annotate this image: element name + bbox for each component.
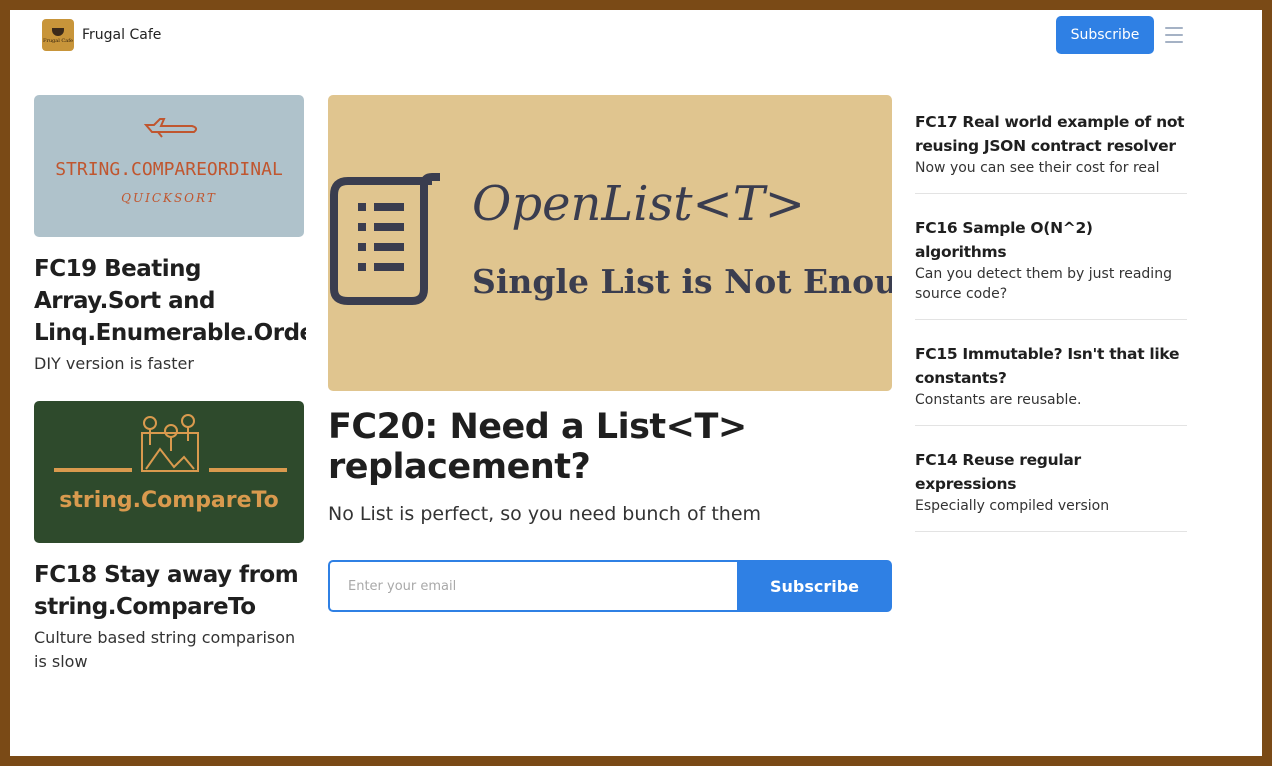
post-image-fc19[interactable]: STRING.COMPAREORDINAL QUICKSORT xyxy=(34,95,304,237)
featured-image-subtitle: Single List is Not Enough xyxy=(472,262,892,301)
list-item[interactable]: FC16 Sample O(N^2) algorithms Can you de… xyxy=(915,216,1187,320)
newsletter-subscribe-button[interactable]: Subscribe xyxy=(737,560,892,612)
card1-image-subtitle: QUICKSORT xyxy=(121,191,217,205)
header-subscribe-button[interactable]: Subscribe xyxy=(1056,16,1154,54)
email-input[interactable] xyxy=(328,560,737,612)
side-post-subtitle: Can you detect them by just reading sour… xyxy=(915,266,1172,302)
scroll-list-icon xyxy=(330,173,440,305)
recent-posts-list: FC17 Real world example of not reusing J… xyxy=(915,110,1187,554)
featured-subtitle: No List is perfect, so you need bunch of… xyxy=(328,503,762,525)
logo: Frugal Cafe xyxy=(42,19,74,51)
list-lines xyxy=(358,203,404,271)
post-title-fc18[interactable]: FC18 Stay away from string.CompareTo xyxy=(34,559,306,623)
brand-name: Frugal Cafe xyxy=(82,27,162,43)
side-post-title[interactable]: FC16 Sample O(N^2) algorithms xyxy=(915,216,1187,264)
post-subtitle-fc19: DIY version is faster xyxy=(34,354,194,373)
side-post-subtitle: Constants are reusable. xyxy=(915,392,1082,408)
card1-image-title: STRING.COMPAREORDINAL xyxy=(55,159,283,180)
post-subtitle-fc18: Culture based string comparison is slow xyxy=(34,628,296,671)
logo-text: Frugal Cafe xyxy=(42,38,74,44)
side-post-subtitle: Now you can see their cost for real xyxy=(915,160,1160,176)
card2-image-title: string.CompareTo xyxy=(59,488,279,513)
list-item[interactable]: FC17 Real world example of not reusing J… xyxy=(915,110,1187,194)
hamburger-icon[interactable] xyxy=(1165,27,1183,43)
side-post-title[interactable]: FC14 Reuse regular expressions xyxy=(915,448,1187,496)
airplane-icon xyxy=(143,118,198,138)
post-image-fc18[interactable]: string.CompareTo xyxy=(34,401,304,543)
side-post-subtitle: Especially compiled version xyxy=(915,498,1110,514)
featured-title[interactable]: FC20: Need a List<T> replacement? xyxy=(328,407,892,487)
featured-image[interactable]: OpenList<T> Single List is Not Enough xyxy=(328,95,892,391)
list-item[interactable]: FC15 Immutable? Isn't that like constant… xyxy=(915,342,1187,426)
landscape-icon xyxy=(141,414,199,472)
side-post-title[interactable]: FC15 Immutable? Isn't that like constant… xyxy=(915,342,1187,390)
page: Frugal Cafe Frugal Cafe Subscribe STRING… xyxy=(10,10,1262,756)
post-title-fc19[interactable]: FC19 Beating Array.Sort and Linq.Enumera… xyxy=(34,253,306,349)
card2-rule-left xyxy=(54,468,132,472)
card2-rule-right xyxy=(209,468,287,472)
coffee-cup-icon xyxy=(52,28,64,36)
newsletter-form: Subscribe xyxy=(328,560,892,612)
brand-link[interactable]: Frugal Cafe Frugal Cafe xyxy=(42,19,161,51)
list-item[interactable]: FC14 Reuse regular expressions Especiall… xyxy=(915,448,1187,532)
side-post-title[interactable]: FC17 Real world example of not reusing J… xyxy=(915,110,1187,158)
featured-image-title: OpenList<T> xyxy=(472,176,805,232)
